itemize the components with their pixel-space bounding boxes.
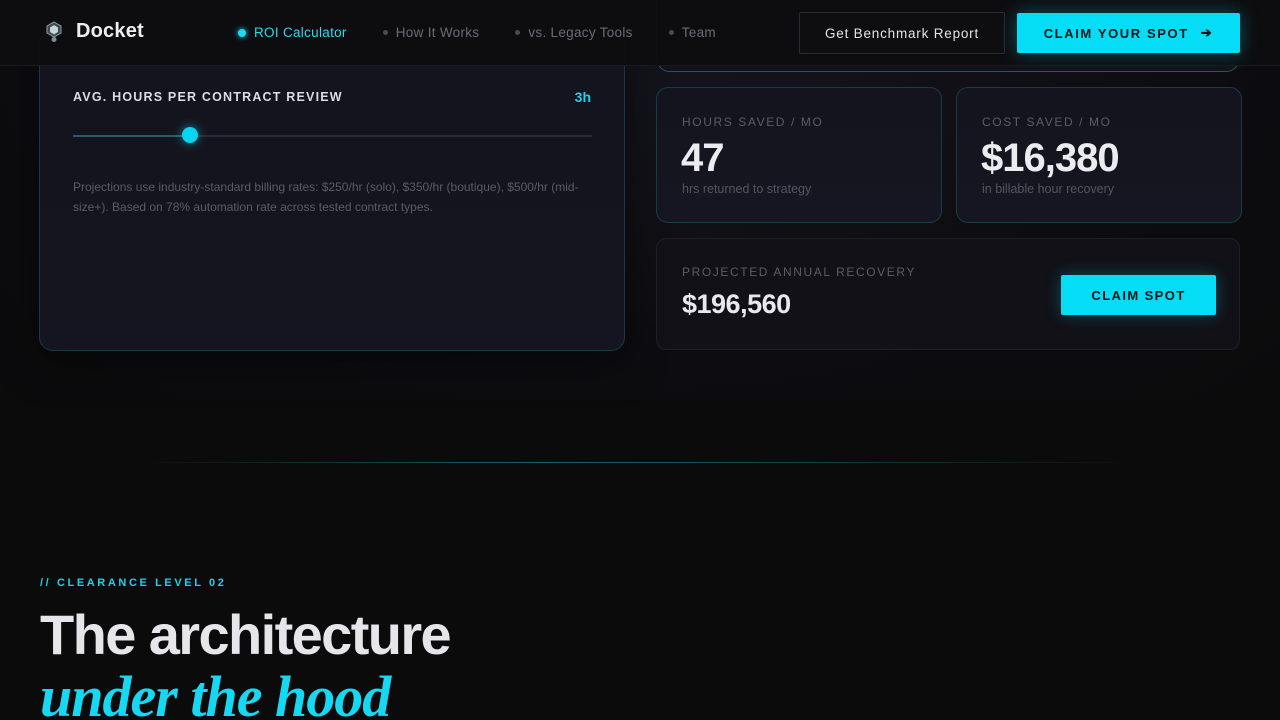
cost-saved-label: COST SAVED / MO xyxy=(982,115,1112,129)
section-headline-italic: under the hood xyxy=(40,664,391,720)
cost-saved-sub: in billable hour recovery xyxy=(982,182,1115,196)
claim-spot-button[interactable]: CLAIM SPOT xyxy=(1061,275,1216,315)
hours-slider-fill xyxy=(73,135,190,137)
hours-saved-value: 47 xyxy=(681,136,724,180)
active-dot-icon xyxy=(238,28,246,37)
section-divider xyxy=(140,462,1140,463)
nav-link-label: How It Works xyxy=(395,25,480,40)
section-eyebrow: // CLEARANCE LEVEL 02 xyxy=(40,577,227,589)
hours-saved-card: HOURS SAVED / MO 47 hrs returned to stra… xyxy=(656,87,942,223)
cost-saved-value: $16,380 xyxy=(981,136,1120,180)
nav-link-how-it-works[interactable]: How It Works xyxy=(382,25,480,40)
nav-links: ROI Calculator How It Works vs. Legacy T… xyxy=(238,25,716,40)
dot-icon xyxy=(515,30,521,35)
annual-recovery-card: PROJECTED ANNUAL RECOVERY $196,560 CLAIM… xyxy=(656,238,1240,350)
nav-link-label: Team xyxy=(681,25,716,40)
brand-name: Docket xyxy=(76,20,144,42)
hours-slider-thumb[interactable] xyxy=(181,127,198,143)
slider-label: AVG. HOURS PER CONTRACT REVIEW xyxy=(73,90,343,104)
hours-saved-label: HOURS SAVED / MO xyxy=(682,115,824,129)
nav-link-label: vs. Legacy Tools xyxy=(528,25,633,40)
hours-saved-sub: hrs returned to strategy xyxy=(682,182,812,196)
nav-link-vs-legacy-tools[interactable]: vs. Legacy Tools xyxy=(515,25,632,40)
slider-value: 3h xyxy=(574,89,591,105)
calculator-panel: AVG. HOURS PER CONTRACT REVIEW 3h Projec… xyxy=(39,30,625,351)
claim-button-label: CLAIM YOUR SPOT xyxy=(1043,25,1189,41)
projection-note: Projections use industry-standard billin… xyxy=(73,180,579,214)
nav-link-roi-calculator[interactable]: ROI Calculator xyxy=(238,25,347,40)
section-headline: The architecture xyxy=(40,603,452,666)
brand[interactable]: Docket xyxy=(44,20,144,43)
claim-your-spot-button[interactable]: CLAIM YOUR SPOT ➔ xyxy=(1017,13,1240,53)
arrow-right-icon: ➔ xyxy=(1200,25,1214,40)
top-navbar: Docket ROI Calculator How It Works vs. L… xyxy=(0,0,1280,66)
nav-link-label: ROI Calculator xyxy=(254,25,347,40)
benchmark-report-button[interactable]: Get Benchmark Report xyxy=(799,12,1005,54)
dot-icon xyxy=(668,30,674,35)
hours-slider-track[interactable] xyxy=(73,135,592,137)
logo-icon xyxy=(46,20,62,42)
dot-icon xyxy=(382,30,388,35)
annual-recovery-value: $196,560 xyxy=(682,289,791,319)
annual-recovery-label: PROJECTED ANNUAL RECOVERY xyxy=(682,265,917,279)
nav-link-team[interactable]: Team xyxy=(668,25,716,40)
cost-saved-card: COST SAVED / MO $16,380 in billable hour… xyxy=(956,87,1242,223)
